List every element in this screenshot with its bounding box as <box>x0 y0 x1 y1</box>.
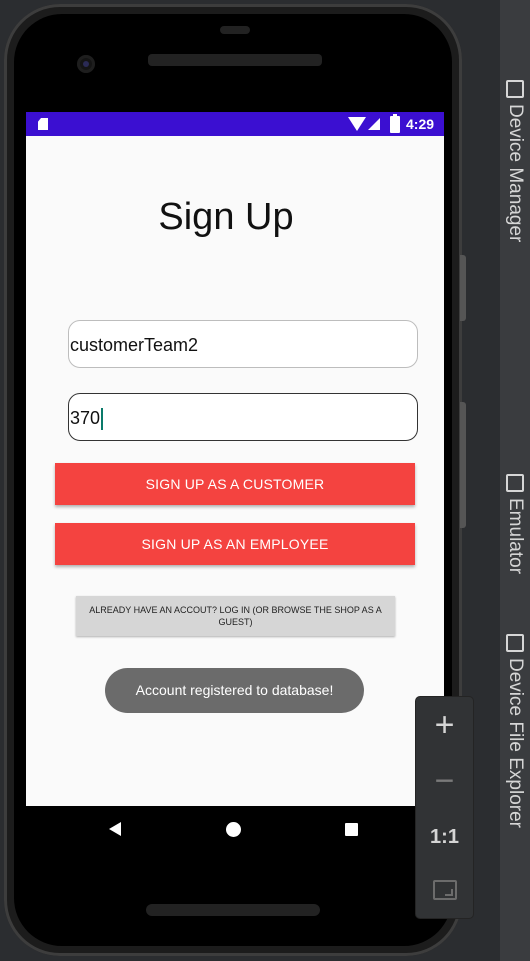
emulator-tab[interactable]: Emulator <box>505 474 526 575</box>
device-file-explorer-tab[interactable]: Device File Explorer <box>505 634 526 828</box>
device-manager-icon <box>506 80 524 98</box>
bottom-speaker <box>146 904 320 916</box>
battery-icon <box>390 114 400 133</box>
signal-icon <box>368 118 380 130</box>
app-screen: 4:29 Sign Up customerTeam2 370 SIGN UP A… <box>26 112 444 806</box>
emulator-label: Emulator <box>505 498 526 575</box>
recents-icon[interactable] <box>345 823 358 836</box>
fit-screen-icon[interactable] <box>433 880 457 900</box>
device-file-explorer-label: Device File Explorer <box>505 658 526 828</box>
top-speaker <box>148 54 322 66</box>
navigation-bar <box>26 806 444 854</box>
sd-card-icon <box>38 118 48 130</box>
login-guest-button[interactable]: ALREADY HAVE AN ACCOUT? LOG IN (OR BROWS… <box>76 596 395 636</box>
actual-size-button[interactable]: 1:1 <box>416 825 473 849</box>
emulator-icon <box>506 474 524 492</box>
front-camera <box>77 55 95 73</box>
status-bar: 4:29 <box>26 112 444 136</box>
text-caret <box>101 408 103 431</box>
username-field[interactable]: customerTeam2 <box>68 320 418 368</box>
sign-up-employee-button[interactable]: SIGN UP AS AN EMPLOYEE <box>55 523 415 565</box>
device-file-explorer-icon <box>506 634 524 652</box>
home-icon[interactable] <box>226 822 241 837</box>
zoom-out-button[interactable]: − <box>416 761 473 801</box>
zoom-controls: + − 1:1 <box>416 697 473 918</box>
earpiece <box>220 26 250 34</box>
zoom-in-button[interactable]: + <box>416 705 473 745</box>
sign-up-customer-button[interactable]: SIGN UP AS A CUSTOMER <box>55 463 415 505</box>
password-field[interactable]: 370 <box>68 393 418 441</box>
status-clock: 4:29 <box>406 116 435 132</box>
power-button[interactable] <box>460 255 466 321</box>
page-title: Sign Up <box>158 196 294 238</box>
toast-message: Account registered to database! <box>105 668 364 713</box>
device-manager-tab[interactable]: Device Manager <box>505 80 526 243</box>
password-value: 370 <box>70 408 101 428</box>
back-icon[interactable] <box>109 822 121 836</box>
volume-button[interactable] <box>460 402 466 528</box>
device-manager-label: Device Manager <box>505 104 526 243</box>
username-value: customerTeam2 <box>70 335 199 355</box>
wifi-icon <box>348 117 366 131</box>
